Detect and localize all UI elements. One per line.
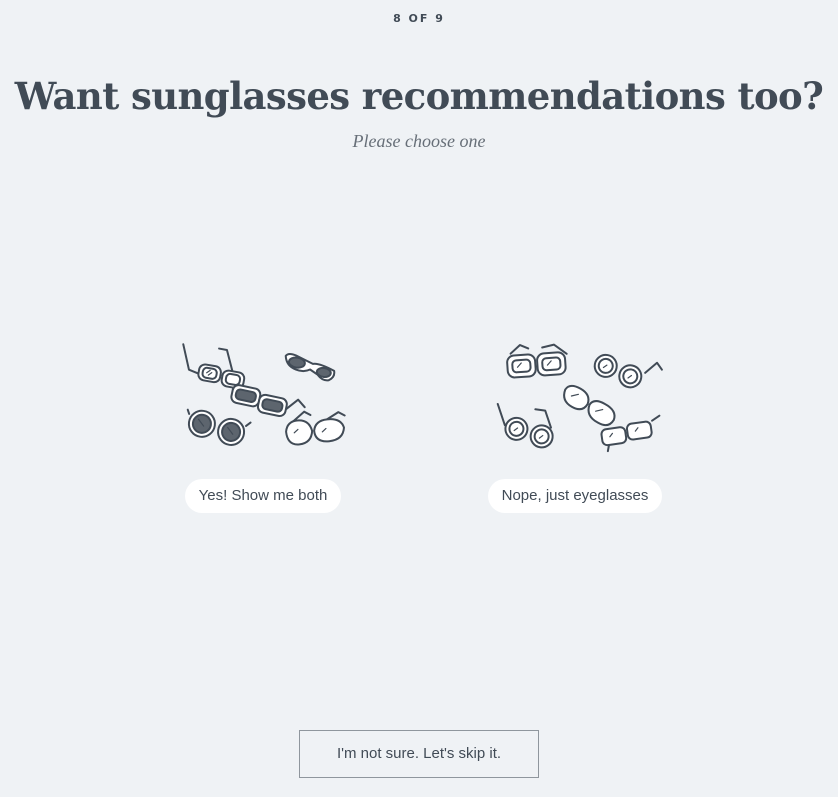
option-show-both-button[interactable]: Yes! Show me both (184, 479, 342, 513)
skip-button[interactable]: I'm not sure. Let's skip it. (299, 730, 539, 778)
step-indicator: 8 OF 9 (393, 12, 445, 25)
page-title: Want sunglasses recommendations too? (14, 74, 824, 118)
eyeglasses-icon[interactable] (496, 332, 666, 460)
option-just-eyeglasses-button[interactable]: Nope, just eyeglasses (487, 479, 663, 513)
sunglasses-and-eyeglasses-icon[interactable] (178, 332, 348, 460)
page-subtitle: Please choose one (352, 131, 486, 151)
option-show-both[interactable]: Yes! Show me both (176, 332, 350, 513)
option-just-eyeglasses[interactable]: Nope, just eyeglasses (478, 332, 672, 513)
